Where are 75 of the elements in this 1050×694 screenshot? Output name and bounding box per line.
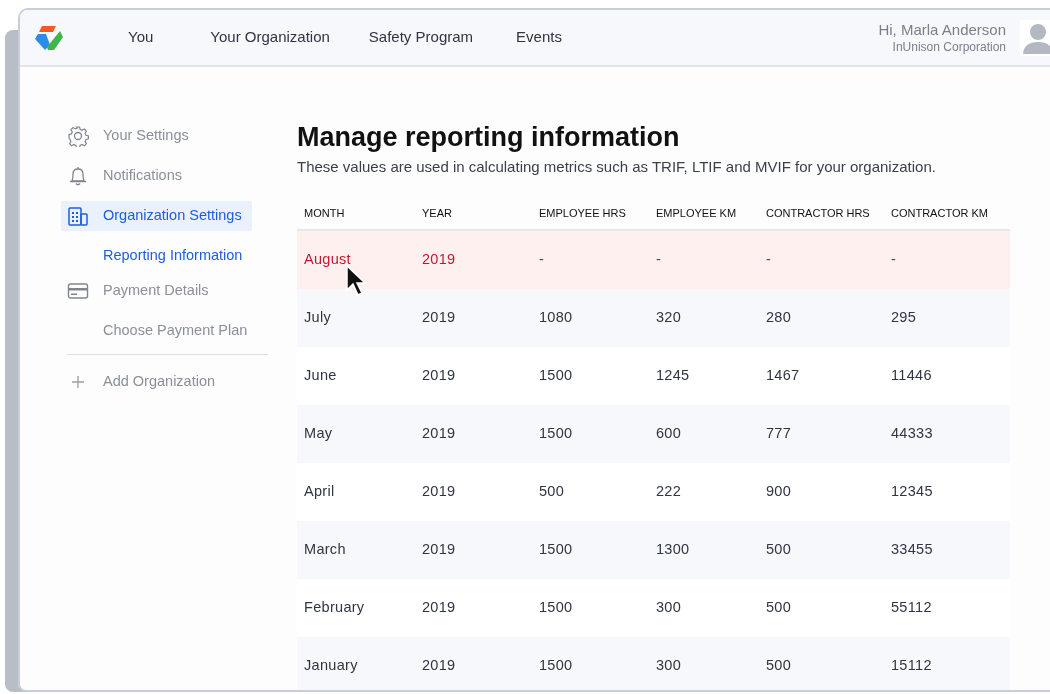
table-cell-text: 280 — [765, 307, 793, 327]
table-cell-text: 1500 — [538, 597, 574, 617]
table-cell-text: 2019 — [421, 597, 457, 617]
column-header: EMPLOYEE KM — [655, 205, 738, 221]
table-cell-text: 500 — [765, 539, 793, 559]
table-cell-text: February — [303, 597, 366, 617]
column-header: CONTRACTOR HRS — [765, 205, 871, 221]
logo-icon[interactable] — [34, 24, 64, 51]
table-cell-text: 12345 — [890, 481, 934, 501]
nav-link[interactable]: Safety Program — [368, 26, 474, 49]
gear-icon — [67, 125, 89, 147]
table-cell-text: 300 — [655, 655, 683, 675]
user-name: Hi, Marla Anderson — [878, 20, 1006, 39]
avatar-icon[interactable] — [1020, 19, 1050, 56]
table-cell-text: 222 — [655, 481, 683, 501]
nav-link[interactable]: Events — [516, 26, 562, 49]
bell-icon — [67, 165, 89, 187]
table-cell-text: 2019 — [421, 423, 457, 443]
table-row[interactable]: January 2019 1500 300 500 15112 — [297, 636, 1010, 690]
building-icon — [67, 205, 89, 227]
table-cell-text: March — [303, 539, 347, 559]
table-cell-text: 1245 — [655, 365, 691, 385]
nav-link[interactable]: Your Organization — [210, 26, 330, 49]
table-cell-text: 300 — [655, 597, 683, 617]
table-cell-text: 1500 — [538, 423, 574, 443]
table-row[interactable]: May 2019 1500 600 777 44333 — [297, 404, 1010, 463]
table-cell-text: 2019 — [421, 481, 457, 501]
table-cell-text: 900 — [765, 481, 793, 501]
table-cell-text: - — [765, 249, 773, 269]
page-title: Manage reporting information — [297, 121, 681, 154]
table-cell-text: 1500 — [538, 655, 574, 675]
table-cell-text: 1300 — [655, 539, 691, 559]
table-cell-text: 33455 — [890, 539, 934, 559]
table-cell-text: 1080 — [538, 307, 574, 327]
table-cell-text: 1500 — [538, 539, 574, 559]
table-row[interactable]: March 2019 1500 1300 500 33455 — [297, 520, 1010, 579]
sidebar-item[interactable]: Reporting Information — [61, 241, 252, 271]
table-cell-text: - — [890, 249, 898, 269]
column-header: CONTRACTOR KM — [890, 205, 989, 221]
table-cell-text: 2019 — [421, 655, 457, 675]
table-cell-text: August — [303, 249, 352, 269]
table-cell-text: 2019 — [421, 365, 457, 385]
table-cell-text: May — [303, 423, 334, 443]
column-header: EMPLOYEE HRS — [538, 205, 627, 221]
page-description: These values are used in calculating metrics such as TRIF, LTIF and MVIF for your organization. — [297, 157, 937, 177]
table-row[interactable]: July 2019 1080 320 280 295 — [297, 288, 1010, 347]
table-cell-text: 1467 — [765, 365, 801, 385]
table-cell-text: 15112 — [890, 655, 933, 675]
table-cell-text: - — [538, 249, 546, 269]
table-cell-text: January — [303, 655, 359, 675]
table-cell-text: 295 — [890, 307, 918, 327]
table-cell-text: 320 — [655, 307, 683, 327]
table-cell-text: April — [303, 481, 336, 501]
company-name: InUnison Corporation — [891, 38, 1006, 55]
column-header: YEAR — [421, 205, 453, 221]
table-cell-text: 2019 — [421, 539, 457, 559]
table-cell-text: 2019 — [421, 307, 457, 327]
table-cell-text: 500 — [765, 655, 793, 675]
table-cell-text: 1500 — [538, 365, 574, 385]
table-cell-text: 500 — [538, 481, 566, 501]
credit-card-icon — [67, 280, 89, 302]
table-cell-text: June — [303, 365, 338, 385]
table-cell-text: July — [303, 307, 332, 327]
table-cell-text: - — [655, 249, 663, 269]
table-cell-text: 11446 — [890, 365, 933, 385]
table-cell-text: 500 — [765, 597, 793, 617]
table-row[interactable]: August 2019 - - - - — [297, 230, 1010, 289]
sidebar-item[interactable]: Organization Settings — [61, 201, 252, 231]
table-cell-text: 2019 — [421, 249, 457, 269]
nav-link[interactable]: You — [128, 26, 154, 49]
table-cell-text: 777 — [765, 423, 793, 443]
table-cell-text: 600 — [655, 423, 683, 443]
table-cell-text: 55112 — [890, 597, 933, 617]
column-header: MONTH — [303, 205, 346, 221]
table-cell-text: 44333 — [890, 423, 934, 443]
